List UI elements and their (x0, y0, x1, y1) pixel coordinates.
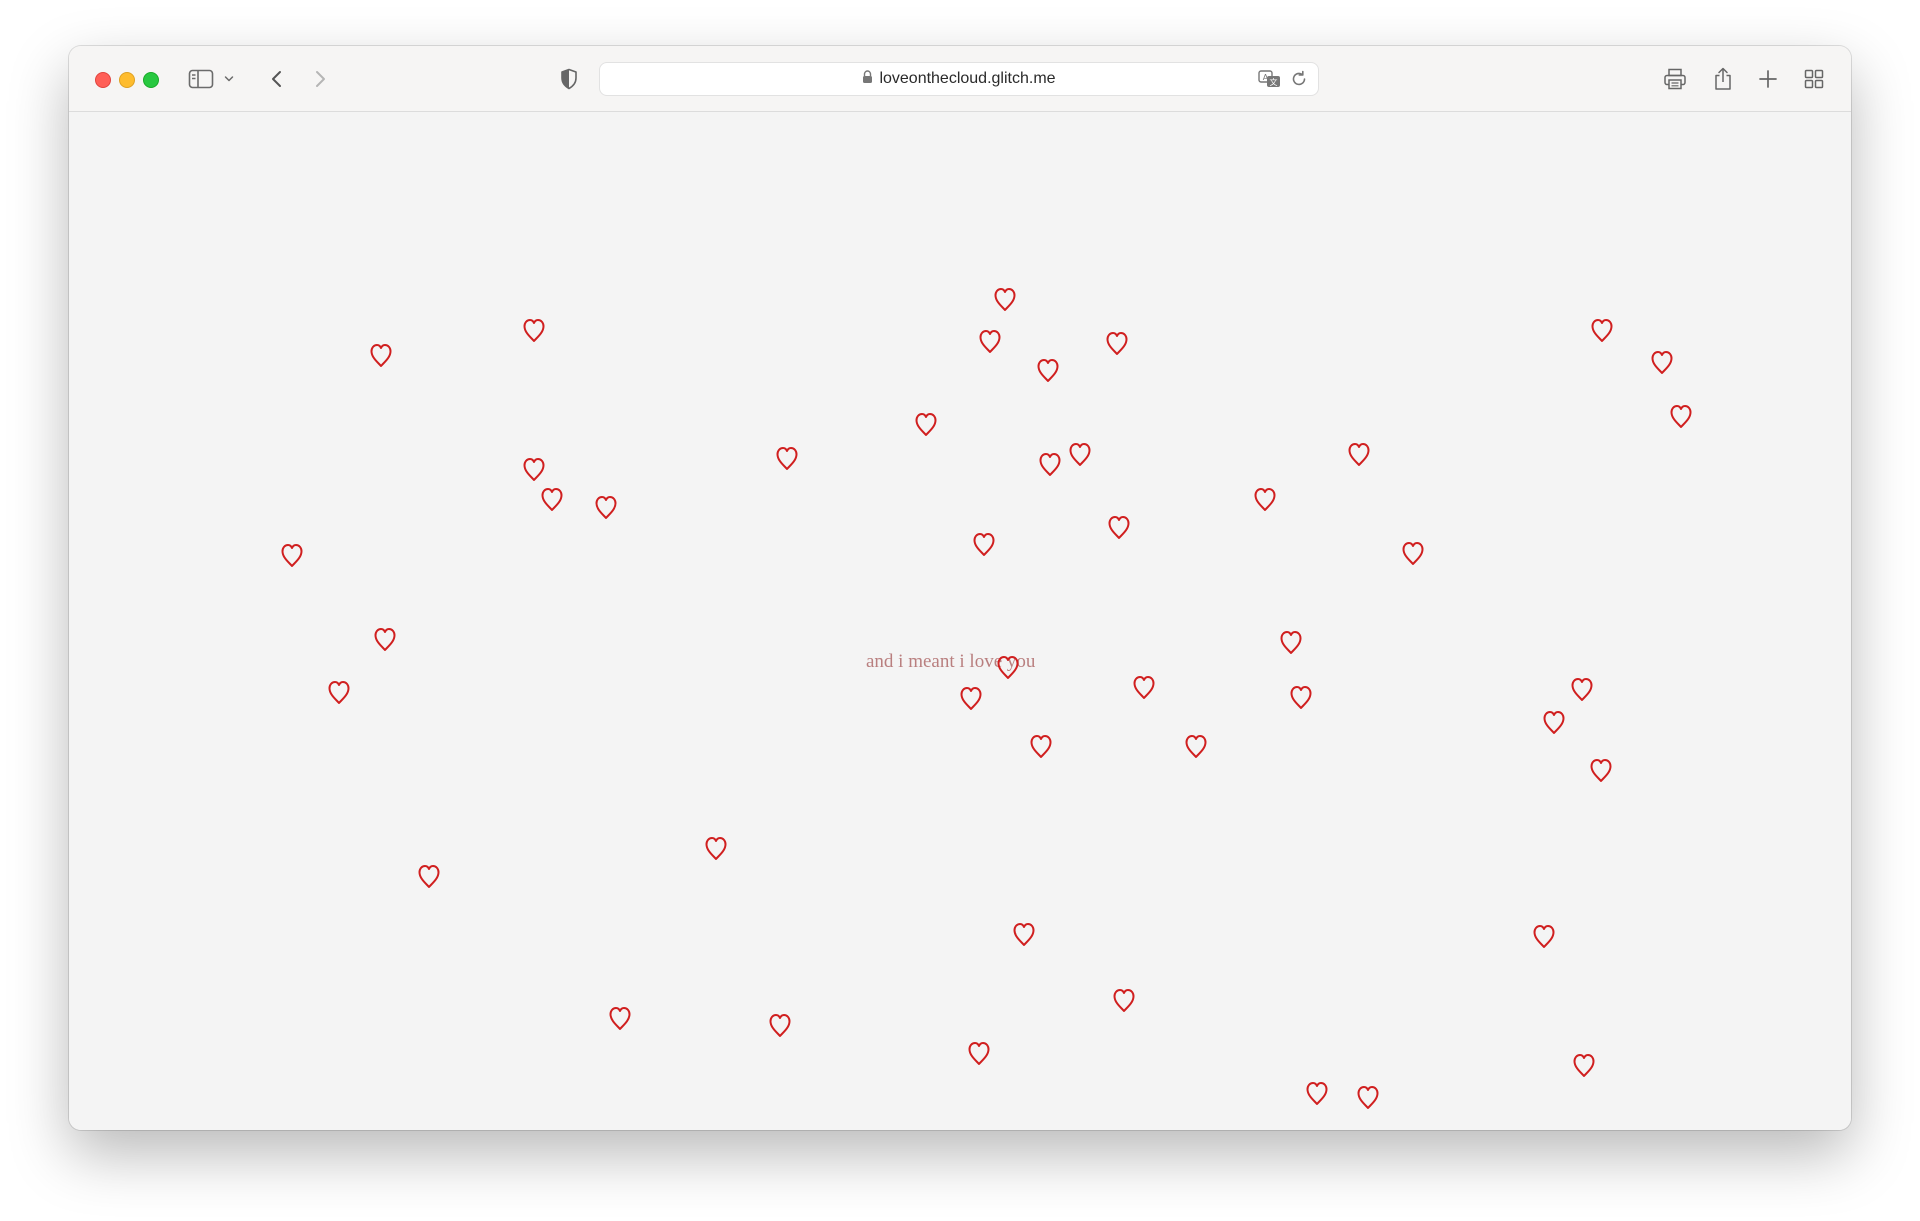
url-text: loveonthecloud.glitch.me (879, 70, 1056, 87)
heart-icon (1669, 404, 1693, 430)
heart-icon (996, 655, 1020, 681)
heart-icon (993, 287, 1017, 313)
close-window-button[interactable] (95, 72, 111, 88)
heart-icon (594, 495, 618, 521)
heart-icon (1036, 358, 1060, 384)
heart-icon (972, 532, 996, 558)
share-icon[interactable] (1709, 65, 1737, 93)
translate-icon[interactable]: A 文 (1258, 69, 1282, 94)
heart-icon (1532, 924, 1556, 950)
heart-icon (1279, 630, 1303, 656)
heart-icon (1590, 318, 1614, 344)
heart-icon (1305, 1081, 1329, 1107)
chevron-down-icon[interactable] (221, 65, 237, 93)
heart-icon (417, 864, 441, 890)
heart-icon (1401, 541, 1425, 567)
heart-icon (768, 1013, 792, 1039)
heart-icon (1029, 734, 1053, 760)
heart-icon (704, 836, 728, 862)
address-bar[interactable]: loveonthecloud.glitch.me A 文 (599, 62, 1319, 96)
reload-icon[interactable] (1290, 70, 1308, 93)
heart-icon (1542, 710, 1566, 736)
heart-icon (1589, 758, 1613, 784)
heart-icon (959, 686, 983, 712)
heart-icon (1356, 1085, 1380, 1111)
minimize-window-button[interactable] (119, 72, 135, 88)
svg-text:文: 文 (1270, 77, 1278, 87)
chevron-right-icon[interactable] (306, 65, 334, 93)
heart-icon (967, 1041, 991, 1067)
heart-icon (327, 680, 351, 706)
heart-icon (608, 1006, 632, 1032)
sidebar-icon[interactable] (187, 65, 215, 93)
browser-window: loveonthecloud.glitch.me A 文 and i meant… (69, 46, 1851, 1130)
heart-icon (1105, 331, 1129, 357)
maximize-window-button[interactable] (143, 72, 159, 88)
browser-toolbar: loveonthecloud.glitch.me A 文 (69, 46, 1851, 112)
heart-icon (1572, 1053, 1596, 1079)
heart-icon (540, 487, 564, 513)
heart-icon (1038, 452, 1062, 478)
grid-icon[interactable] (1800, 65, 1828, 93)
heart-icon (522, 318, 546, 344)
heart-icon (280, 543, 304, 569)
heart-icon (1347, 442, 1371, 468)
chevron-left-icon[interactable] (263, 65, 291, 93)
heart-icon (914, 412, 938, 438)
heart-icon (522, 457, 546, 483)
heart-icon (369, 343, 393, 369)
heart-icon (1132, 675, 1156, 701)
heart-icon (1570, 677, 1594, 703)
heart-icon (1107, 515, 1131, 541)
heart-icon (1253, 487, 1277, 513)
heart-icon (373, 627, 397, 653)
page-content: and i meant i love you (69, 112, 1851, 1130)
heart-icon (1184, 734, 1208, 760)
heart-icon (1289, 685, 1313, 711)
heart-icon (1012, 922, 1036, 948)
plus-icon[interactable] (1754, 65, 1782, 93)
heart-icon (1068, 442, 1092, 468)
lock-icon (862, 69, 873, 89)
shield-icon[interactable] (555, 65, 583, 93)
heart-icon (775, 446, 799, 472)
heart-icon (978, 329, 1002, 355)
printer-icon[interactable] (1661, 65, 1689, 93)
heart-icon (1650, 350, 1674, 376)
heart-icon (1112, 988, 1136, 1014)
